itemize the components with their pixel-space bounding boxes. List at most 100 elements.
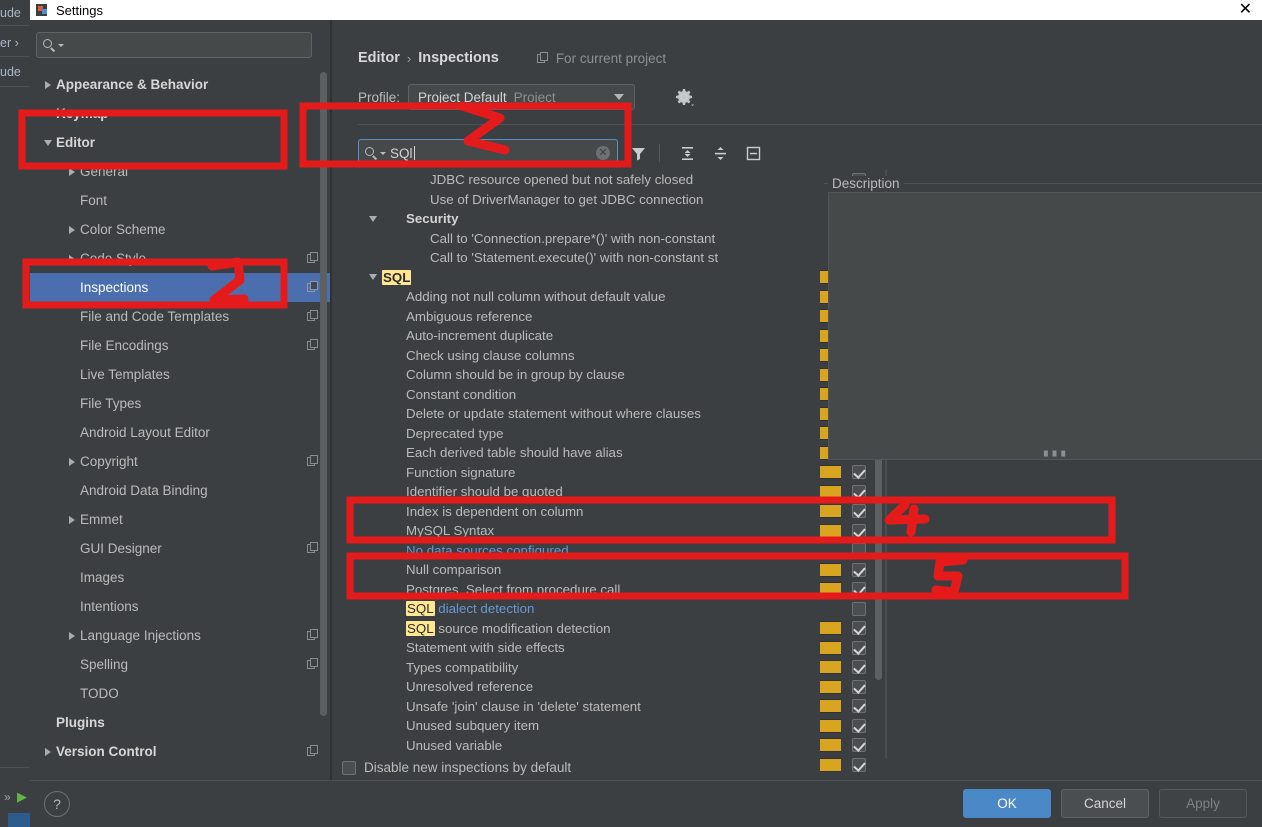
sidebar-item-android-data-binding[interactable]: Android Data Binding bbox=[30, 476, 330, 505]
help-button[interactable]: ? bbox=[44, 791, 70, 817]
sidebar-item-gui-designer[interactable]: GUI Designer bbox=[30, 534, 330, 563]
inspection-row[interactable]: Call to 'Statement.execute()' with non-c… bbox=[358, 248, 820, 268]
inspection-checkbox-cell[interactable] bbox=[848, 599, 870, 619]
severity-cell[interactable] bbox=[820, 677, 842, 697]
inspection-row[interactable]: Use of DriverManager to get JDBC connect… bbox=[358, 190, 820, 210]
inspection-checkbox[interactable] bbox=[852, 660, 866, 675]
inspection-row[interactable]: Statement with side effects bbox=[358, 638, 820, 658]
inspection-checkbox-cell[interactable] bbox=[848, 677, 870, 697]
disable-new-inspections-row[interactable]: Disable new inspections by default bbox=[342, 760, 571, 775]
inspection-row[interactable]: Unsafe 'join' clause in 'delete' stateme… bbox=[358, 697, 820, 717]
inspection-checkbox[interactable] bbox=[852, 601, 866, 616]
breadcrumb-root[interactable]: Editor bbox=[358, 50, 400, 66]
clear-icon[interactable]: ✕ bbox=[596, 146, 610, 160]
inspection-row[interactable]: Null comparison bbox=[358, 560, 820, 580]
inspection-checkbox-cell[interactable] bbox=[848, 619, 870, 639]
inspection-row[interactable]: VALUES clause cardinality bbox=[358, 755, 820, 758]
inspection-row[interactable]: Unresolved reference bbox=[358, 677, 820, 697]
severity-swatch[interactable] bbox=[820, 640, 841, 655]
severity-cell[interactable] bbox=[820, 521, 842, 541]
sidebar-item-live-templates[interactable]: Live Templates bbox=[30, 360, 330, 389]
sidebar-scrollbar[interactable] bbox=[319, 72, 328, 772]
sidebar-item-version-control[interactable]: Version Control bbox=[30, 737, 330, 766]
sidebar-item-editor[interactable]: Editor bbox=[30, 128, 330, 157]
inspection-checkbox[interactable] bbox=[852, 543, 866, 558]
severity-cell[interactable] bbox=[820, 755, 842, 775]
inspection-checkbox[interactable] bbox=[852, 699, 866, 714]
severity-cell[interactable] bbox=[820, 736, 842, 756]
expand-all-icon[interactable] bbox=[674, 140, 700, 166]
severity-swatch[interactable] bbox=[820, 660, 841, 675]
inspection-tree[interactable]: JDBC resource opened but not safely clos… bbox=[358, 170, 820, 758]
sidebar-item-copyright[interactable]: Copyright bbox=[30, 447, 330, 476]
inspection-row[interactable]: Constant condition bbox=[358, 385, 820, 405]
severity-cell[interactable] bbox=[820, 482, 842, 502]
severity-cell[interactable] bbox=[820, 560, 842, 580]
severity-swatch[interactable] bbox=[820, 738, 841, 753]
severity-swatch[interactable] bbox=[820, 484, 841, 499]
sidebar-item-todo[interactable]: TODO bbox=[30, 679, 330, 708]
ok-button[interactable]: OK bbox=[963, 789, 1051, 818]
gear-icon[interactable] bbox=[672, 85, 696, 109]
sidebar-item-language-injections[interactable]: Language Injections bbox=[30, 621, 330, 650]
sidebar-item-plugins[interactable]: Plugins bbox=[30, 708, 330, 737]
inspection-row[interactable]: SQL source modification detection bbox=[358, 619, 820, 639]
sidebar-item-spelling[interactable]: Spelling bbox=[30, 650, 330, 679]
inspection-row[interactable]: Postgres. Select from procedure call bbox=[358, 580, 820, 600]
severity-cell[interactable] bbox=[820, 599, 842, 619]
inspection-row[interactable]: Deprecated type bbox=[358, 424, 820, 444]
inspection-checkbox[interactable] bbox=[852, 718, 866, 733]
sidebar-item-file-types[interactable]: File Types bbox=[30, 389, 330, 418]
cancel-button[interactable]: Cancel bbox=[1061, 789, 1149, 818]
sidebar-item-code-style[interactable]: Code Style bbox=[30, 244, 330, 273]
sidebar-search-input[interactable] bbox=[36, 32, 312, 58]
inspection-row[interactable]: Each derived table should have alias bbox=[358, 443, 820, 463]
inspection-checkbox-cell[interactable] bbox=[848, 580, 870, 600]
sidebar-item-android-layout-editor[interactable]: Android Layout Editor bbox=[30, 418, 330, 447]
inspection-checkbox[interactable] bbox=[852, 640, 866, 655]
inspection-checkbox-cell[interactable] bbox=[848, 755, 870, 775]
severity-swatch[interactable] bbox=[820, 621, 841, 636]
profile-select[interactable]: Project Default Project bbox=[408, 84, 636, 110]
inspection-checkbox[interactable] bbox=[852, 562, 866, 577]
inspection-group-row[interactable]: Security bbox=[358, 209, 820, 229]
severity-cell[interactable] bbox=[820, 716, 842, 736]
sidebar-item-font[interactable]: Font bbox=[30, 186, 330, 215]
inspection-row[interactable]: Unused variable bbox=[358, 736, 820, 756]
inspection-row[interactable]: MySQL Syntax bbox=[358, 521, 820, 541]
inspection-checkbox[interactable] bbox=[852, 621, 866, 636]
inspection-row[interactable]: Auto-increment duplicate bbox=[358, 326, 820, 346]
inspection-checkbox[interactable] bbox=[852, 679, 866, 694]
inspection-checkbox[interactable] bbox=[852, 484, 866, 499]
inspection-row[interactable]: Delete or update statement without where… bbox=[358, 404, 820, 424]
inspection-checkbox[interactable] bbox=[852, 757, 866, 772]
inspection-row[interactable]: Function signature bbox=[358, 463, 820, 483]
severity-swatch[interactable] bbox=[820, 504, 841, 519]
inspection-row[interactable]: Call to 'Connection.prepare*()' with non… bbox=[358, 229, 820, 249]
inspection-row[interactable]: Ambiguous reference bbox=[358, 307, 820, 327]
severity-cell[interactable] bbox=[820, 580, 842, 600]
inspection-row[interactable]: Identifier should be quoted bbox=[358, 482, 820, 502]
inspection-checkbox-cell[interactable] bbox=[848, 658, 870, 678]
inspection-checkbox-cell[interactable] bbox=[848, 541, 870, 561]
severity-cell[interactable] bbox=[820, 502, 842, 522]
sidebar-item-build-execution-deployment[interactable]: Build, Execution, Deployment bbox=[30, 766, 330, 770]
inspection-row[interactable]: No data sources configured bbox=[358, 541, 820, 561]
inspection-row[interactable]: Unused subquery item bbox=[358, 716, 820, 736]
inspection-checkbox-cell[interactable] bbox=[848, 502, 870, 522]
sidebar-scrollbar-thumb[interactable] bbox=[320, 72, 327, 716]
inspection-row[interactable]: Types compatibility bbox=[358, 658, 820, 678]
inspection-row[interactable]: Adding not null column without default v… bbox=[358, 287, 820, 307]
filter-funnel-icon[interactable] bbox=[625, 140, 651, 166]
inspection-checkbox[interactable] bbox=[852, 738, 866, 753]
apply-button[interactable]: Apply bbox=[1159, 789, 1247, 818]
inspection-checkbox-cell[interactable] bbox=[848, 736, 870, 756]
severity-cell[interactable] bbox=[820, 697, 842, 717]
collapse-all-icon[interactable] bbox=[707, 140, 733, 166]
inspection-checkbox-cell[interactable] bbox=[848, 560, 870, 580]
disable-new-inspections-checkbox[interactable] bbox=[342, 760, 356, 775]
reset-panel-icon[interactable] bbox=[740, 140, 766, 166]
severity-cell[interactable] bbox=[820, 638, 842, 658]
inspection-row[interactable]: JDBC resource opened but not safely clos… bbox=[358, 170, 820, 190]
severity-swatch[interactable] bbox=[820, 562, 841, 577]
